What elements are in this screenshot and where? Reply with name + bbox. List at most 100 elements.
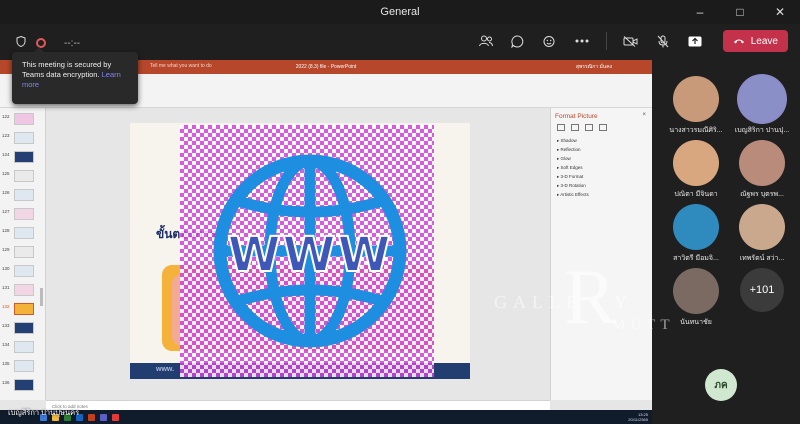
- format-section[interactable]: ▸ 3-D Format: [557, 174, 583, 180]
- participant-name: สาวิตรี มีอมจิ...: [673, 255, 719, 262]
- more-participants-tile[interactable]: +101: [728, 268, 796, 312]
- share-button[interactable]: [681, 29, 709, 53]
- self-avatar[interactable]: ภค: [705, 369, 737, 401]
- close-pane-icon[interactable]: ×: [642, 112, 646, 118]
- leave-label: Leave: [750, 35, 778, 47]
- picture-icon[interactable]: [599, 124, 607, 131]
- slide-number: 128: [2, 228, 10, 233]
- people-button[interactable]: [472, 29, 500, 53]
- slide-thumb[interactable]: [14, 379, 34, 391]
- more-actions-button[interactable]: [568, 29, 596, 53]
- maximize-button[interactable]: □: [720, 0, 760, 24]
- slide-thumb[interactable]: [14, 132, 34, 144]
- slide-thumb[interactable]: [14, 322, 34, 334]
- slide-number: 126: [2, 190, 10, 195]
- format-tabs: [557, 124, 607, 131]
- more-participants-count: +101: [740, 268, 784, 312]
- camera-button[interactable]: [617, 29, 645, 53]
- format-section[interactable]: ▸ Soft Edges: [557, 165, 583, 171]
- participant-name: เบญสิริกา ปานปุ...: [734, 127, 790, 134]
- participant-tile[interactable]: ปณิตา มีจินดา: [662, 140, 730, 200]
- ppt-user: สุพรรณิกา มั่นคง: [575, 64, 612, 70]
- slide-footer-text: www.: [156, 366, 175, 373]
- slide-thumb[interactable]: [14, 284, 34, 296]
- slide-number: 134: [2, 342, 10, 347]
- slide-number: 124: [2, 152, 10, 157]
- window-title: General: [380, 6, 420, 18]
- format-section[interactable]: ▸ Glow: [557, 156, 571, 162]
- reactions-button[interactable]: [536, 29, 564, 53]
- avatar: [673, 204, 719, 250]
- participant-name: เทพรัตน์ สว่า...: [739, 255, 785, 262]
- windows-taskbar: 13:25 20/11/2565: [0, 410, 652, 424]
- format-section[interactable]: ▸ Reflection: [557, 147, 581, 153]
- www-globe-icon[interactable]: WWW: [212, 153, 408, 349]
- slide-thumb[interactable]: [14, 170, 34, 182]
- participant-tile[interactable]: เบญสิริกา ปานปุ...: [728, 76, 796, 136]
- avatar: [673, 140, 719, 186]
- slide-number: 135: [2, 361, 10, 366]
- slide-number: 131: [2, 285, 10, 290]
- slide-thumb[interactable]: [14, 208, 34, 220]
- slide-thumb[interactable]: [14, 246, 34, 258]
- ppt-main: 122 123 124 125 126 127 128 129 130 131 …: [0, 108, 652, 424]
- slide-number: 122: [2, 114, 10, 119]
- format-section[interactable]: ▸ 3-D Rotation: [557, 183, 586, 189]
- encryption-tooltip: This meeting is secured by Teams data en…: [12, 47, 138, 104]
- participant-name: ปณิตา มีจินดา: [674, 191, 718, 198]
- slide-number: 125: [2, 171, 10, 176]
- slide-thumb[interactable]: [14, 341, 34, 353]
- participant-name: นางสาวรมณีศิริ...: [669, 127, 723, 134]
- participant-tile[interactable]: นางสาวรมณีศิริ...: [662, 76, 730, 136]
- current-slide[interactable]: ขั้นตอนการ www. WWW: [130, 123, 470, 379]
- powerpoint-icon[interactable]: [88, 413, 95, 421]
- slide-number: 136: [2, 380, 10, 385]
- slide-number: 123: [2, 133, 10, 138]
- mic-button[interactable]: [649, 29, 677, 53]
- title-bar: General – □ ✕: [0, 0, 800, 24]
- avatar: [673, 76, 719, 122]
- format-pane-title: Format Picture: [555, 113, 598, 120]
- slide-number: 133: [2, 323, 10, 328]
- participant-tile[interactable]: สาวิตรี มีอมจิ...: [662, 204, 730, 264]
- size-icon[interactable]: [585, 124, 593, 131]
- thumbnail-scrollbar[interactable]: [40, 288, 43, 306]
- svg-text:WWW: WWW: [228, 227, 393, 283]
- minimize-button[interactable]: –: [680, 0, 720, 24]
- slide-thumb-selected[interactable]: [14, 303, 34, 315]
- toolbar-divider: [605, 32, 607, 50]
- shield-icon[interactable]: [16, 34, 26, 52]
- effects-icon[interactable]: [571, 124, 579, 131]
- teams-icon[interactable]: [100, 413, 107, 421]
- leave-button[interactable]: Leave: [722, 30, 788, 52]
- close-button[interactable]: ✕: [760, 0, 800, 24]
- format-section[interactable]: ▸ Artistic Effects: [557, 192, 589, 198]
- slide-thumb[interactable]: [14, 265, 34, 277]
- fill-icon[interactable]: [557, 124, 565, 131]
- shared-screen: Tell me what you want to do 2022 (8.3) f…: [0, 60, 652, 424]
- participant-tile[interactable]: เทพรัตน์ สว่า...: [728, 204, 796, 264]
- slide-thumb[interactable]: [14, 227, 34, 239]
- chat-button[interactable]: [504, 29, 532, 53]
- more-icon: [575, 39, 589, 43]
- participant-tile[interactable]: ณัฐพร บุตรพ...: [728, 140, 796, 200]
- slide-thumbnails: 122 123 124 125 126 127 128 129 130 131 …: [0, 108, 46, 400]
- chrome-icon[interactable]: [112, 413, 119, 421]
- slide-number: 132: [2, 304, 10, 309]
- slide-thumb[interactable]: [14, 360, 34, 372]
- participant-name: ณัฐพร บุตรพ...: [740, 191, 784, 198]
- avatar: [739, 204, 785, 250]
- chat-icon: [511, 34, 524, 48]
- people-icon: [478, 35, 493, 47]
- slide-thumb[interactable]: [14, 113, 34, 125]
- taskbar-clock: 13:25 20/11/2565: [628, 412, 648, 422]
- encryption-text: This meeting is secured by Teams data en…: [22, 60, 112, 79]
- ppt-search[interactable]: Tell me what you want to do: [150, 63, 212, 69]
- meeting-timer: --:--: [64, 37, 81, 49]
- slide-thumb[interactable]: [14, 189, 34, 201]
- avatar: [673, 268, 719, 314]
- format-section[interactable]: ▸ Shadow: [557, 138, 577, 144]
- slide-thumb[interactable]: [14, 151, 34, 163]
- presenter-name: เบญสิริกา ปานปุษนคร: [8, 408, 80, 417]
- reactions-icon: [543, 35, 555, 47]
